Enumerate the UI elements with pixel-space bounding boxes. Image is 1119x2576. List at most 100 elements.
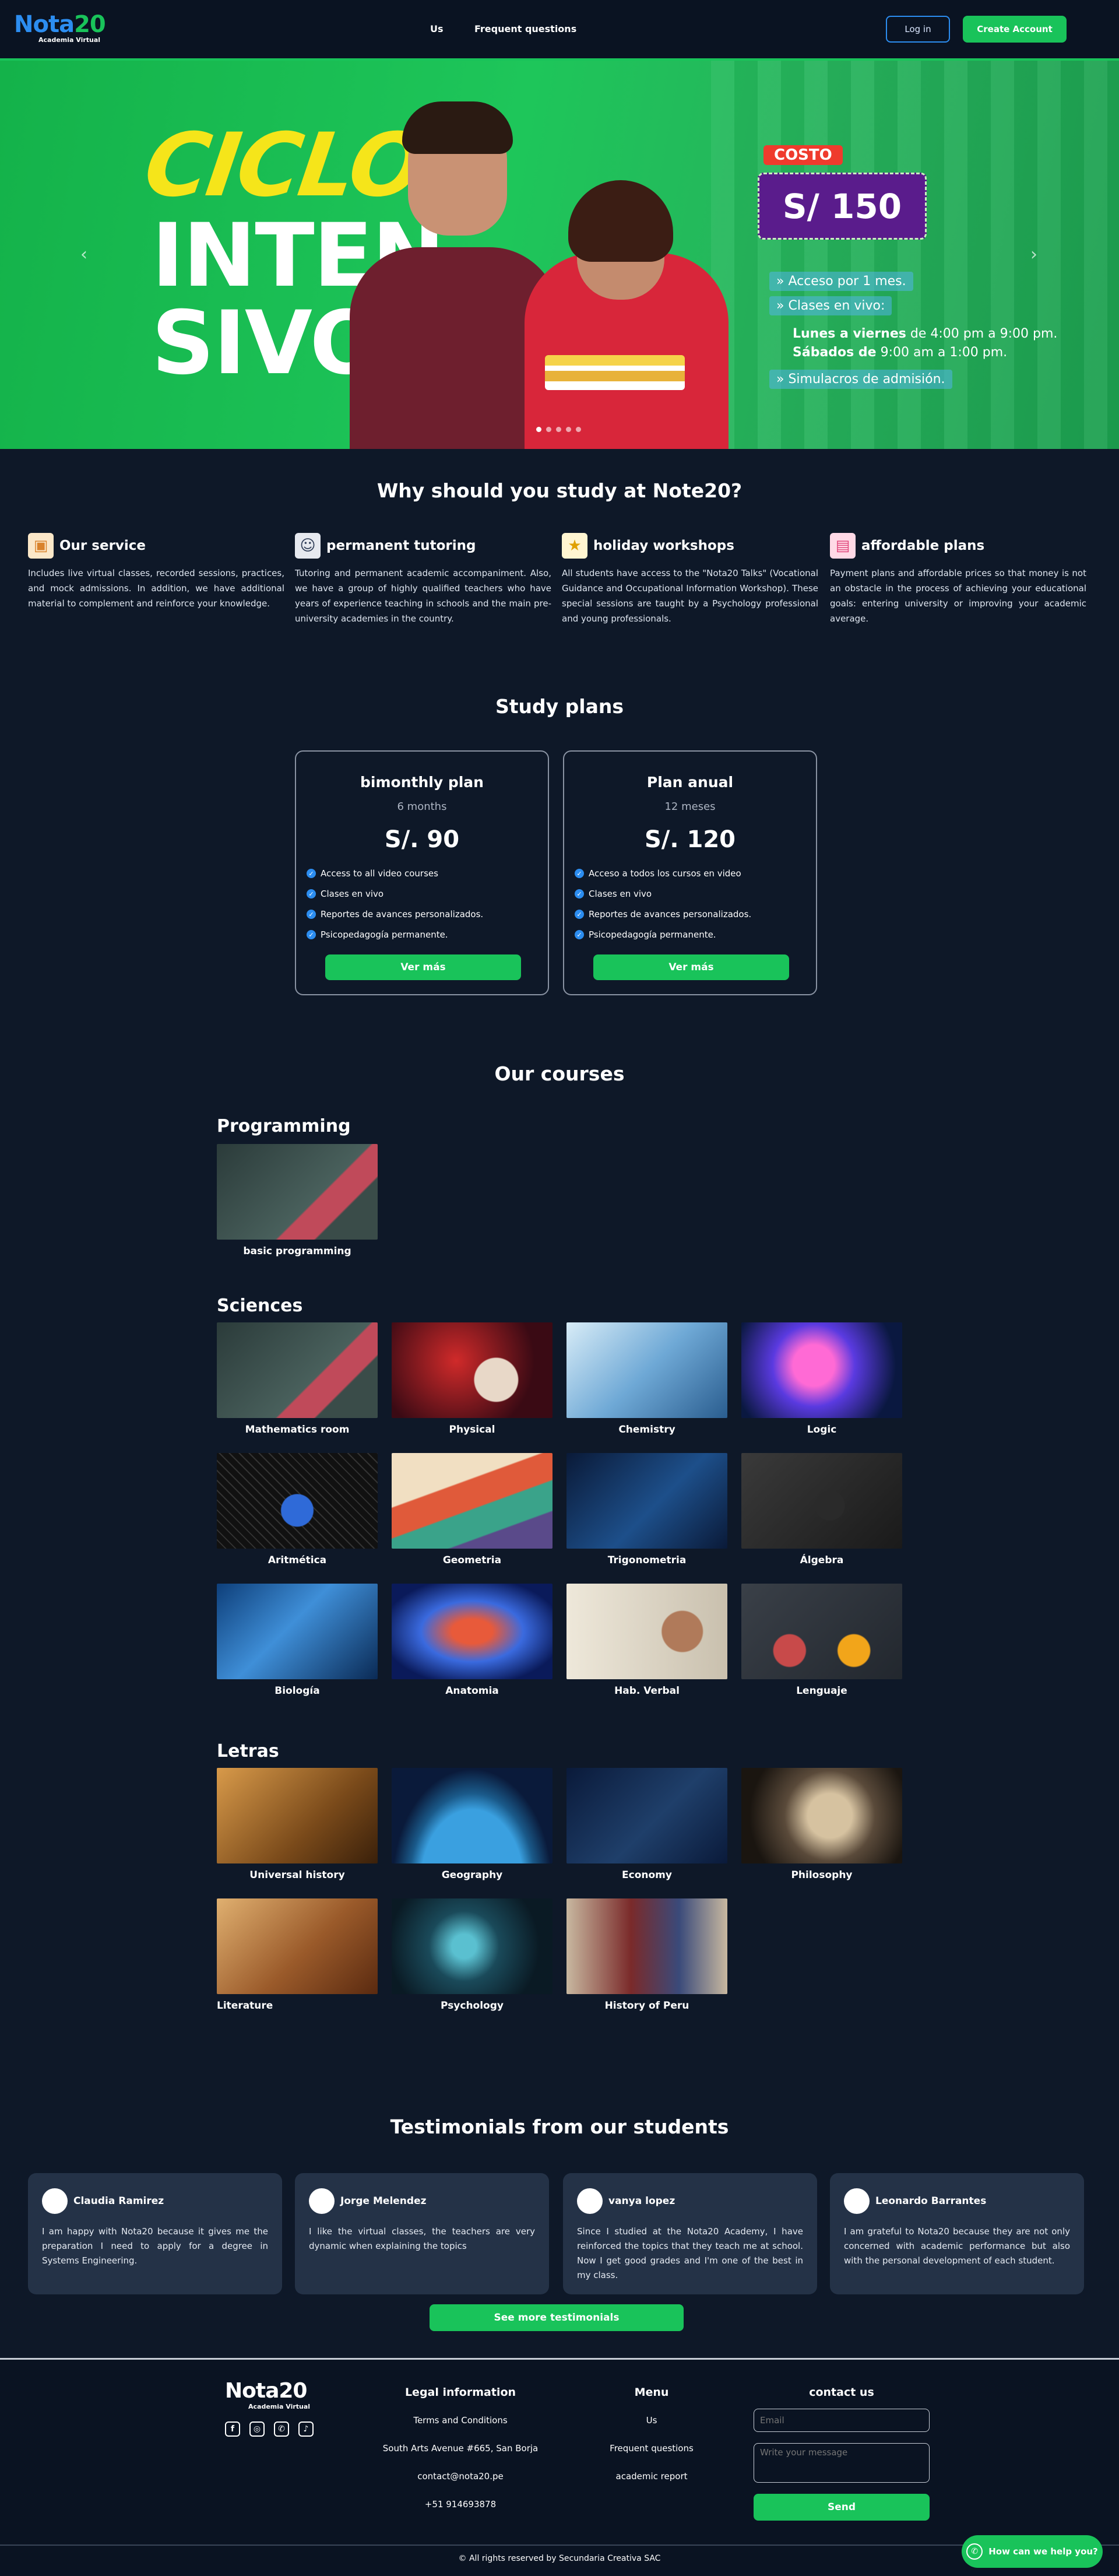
plan-card-annual: Plan anual 12 meses S/. 120 ✓ Acceso a to…: [563, 750, 817, 995]
login-button[interactable]: Log in: [886, 16, 950, 43]
footer-divider: [0, 2358, 1119, 2360]
course-image: [741, 1768, 902, 1863]
plan-details-button[interactable]: Ver más: [593, 954, 789, 980]
course-card[interactable]: Philosophy: [741, 1768, 902, 1881]
course-name: Lenguaje: [796, 1685, 847, 1697]
nav-link-faq[interactable]: Frequent questions: [474, 23, 576, 34]
carousel-dot[interactable]: [556, 427, 561, 432]
course-name: Trigonometria: [607, 1554, 687, 1566]
course-card[interactable]: Chemistry: [566, 1322, 727, 1436]
course-card[interactable]: Aritmética: [217, 1453, 378, 1566]
course-card[interactable]: basic programming: [217, 1144, 378, 1257]
course-image: [217, 1768, 378, 1863]
testimonial-author: vanya lopez: [608, 2195, 675, 2207]
carousel-next-arrow-icon[interactable]: ›: [1021, 241, 1047, 267]
course-card[interactable]: Mathematics room: [217, 1322, 378, 1436]
check-icon: ✓: [307, 930, 316, 939]
plan-details-button[interactable]: Ver más: [325, 954, 521, 980]
plan-feature: ✓ Acceso a todos los cursos en video: [575, 868, 751, 879]
course-image: [741, 1453, 902, 1549]
category-title-letras: Letras: [217, 1741, 279, 1761]
carousel-dot[interactable]: [566, 427, 571, 432]
carousel-dot[interactable]: [576, 427, 581, 432]
course-card[interactable]: Literature: [217, 1898, 378, 2012]
course-image: [392, 1768, 553, 1863]
send-button[interactable]: Send: [754, 2494, 930, 2521]
check-icon: ✓: [575, 869, 584, 878]
course-card[interactable]: Psychology: [392, 1898, 553, 2012]
hero-title-ciclo: CICLO: [138, 115, 429, 216]
course-image: [392, 1898, 553, 1994]
course-image: [217, 1144, 378, 1240]
feature-text: Includes live virtual classes, recorded …: [28, 568, 284, 609]
facebook-icon[interactable]: f: [225, 2421, 240, 2437]
course-card[interactable]: Anatomia: [392, 1584, 553, 1697]
course-card[interactable]: Geometria: [392, 1453, 553, 1566]
contact-email-input[interactable]: [754, 2409, 930, 2432]
footer-bottom-divider: [0, 2545, 1119, 2546]
menu-title: Menu: [634, 2386, 669, 2399]
carousel-dot[interactable]: [536, 427, 541, 432]
course-card[interactable]: Lenguaje: [741, 1584, 902, 1697]
course-card[interactable]: Physical: [392, 1322, 553, 1436]
footer-link-us[interactable]: Us: [593, 2415, 710, 2426]
course-name: Mathematics room: [245, 1424, 350, 1436]
whatsapp-icon[interactable]: ✆: [274, 2421, 289, 2437]
plan-features: ✓ Acceso a todos los cursos en video ✓ Cla…: [575, 868, 751, 950]
course-image: [392, 1322, 553, 1418]
logo-subtitle: Academia Virtual: [38, 36, 101, 44]
feature-title: permanent tutoring: [326, 538, 476, 553]
footer-logo[interactable]: Nota20 Academia Virtual: [225, 2379, 318, 2410]
course-card[interactable]: Universal history: [217, 1768, 378, 1881]
phone-link[interactable]: +51 914693878: [361, 2499, 560, 2510]
plan-price: S/. 90: [384, 826, 460, 853]
course-card[interactable]: Hab. Verbal: [566, 1584, 727, 1697]
course-image: [217, 1453, 378, 1549]
logo[interactable]: Nota20 Academia Virtual: [14, 13, 119, 45]
plan-duration: 12 meses: [664, 801, 716, 813]
plan-feature: ✓ Access to all video courses: [307, 868, 483, 879]
more-testimonials-button[interactable]: See more testimonials: [430, 2304, 684, 2331]
terms-link[interactable]: Terms and Conditions: [361, 2415, 560, 2426]
feature-workshops: ★ holiday workshops All students have ac…: [562, 533, 818, 626]
footer-link-faq[interactable]: Frequent questions: [593, 2443, 710, 2454]
email-link[interactable]: contact@nota20.pe: [361, 2471, 560, 2482]
create-account-button[interactable]: Create Account: [963, 16, 1067, 43]
course-name: Literature: [217, 2000, 273, 2012]
course-image: [566, 1322, 727, 1418]
whatsapp-chat-button[interactable]: ✆ How can we help you?: [962, 2535, 1103, 2568]
testimonial-author: Claudia Ramirez: [73, 2195, 164, 2207]
course-name: Philosophy: [791, 1869, 853, 1881]
plan-feature: ✓ Clases en vivo: [307, 889, 483, 899]
course-card[interactable]: Geography: [392, 1768, 553, 1881]
avatar-icon: ☺: [309, 2188, 335, 2214]
avatar-icon: ☺: [42, 2188, 68, 2214]
check-icon: ✓: [575, 889, 584, 899]
tiktok-icon[interactable]: ♪: [298, 2421, 314, 2437]
contact-message-input[interactable]: [754, 2443, 930, 2483]
feature-text: All students have access to the "Nota20 …: [562, 568, 818, 624]
feature-tutoring: ☺ permanent tutoring Tutoring and perman…: [295, 533, 551, 626]
course-card[interactable]: Economy: [566, 1768, 727, 1881]
cost-tag: COSTO: [763, 145, 843, 165]
carousel-prev-arrow-icon[interactable]: ‹: [71, 241, 97, 267]
plan-name: Plan anual: [646, 774, 734, 791]
category-title-programming: Programming: [217, 1116, 351, 1136]
logo-text-b: 20: [74, 11, 106, 38]
instagram-icon[interactable]: ◎: [249, 2421, 265, 2437]
carousel-dot[interactable]: [546, 427, 551, 432]
course-card[interactable]: Álgebra: [741, 1453, 902, 1566]
feature-title: holiday workshops: [593, 538, 734, 553]
course-card[interactable]: Trigonometria: [566, 1453, 727, 1566]
footer-link-academic-report[interactable]: academic report: [593, 2471, 710, 2482]
nav-link-us[interactable]: Us: [430, 23, 444, 34]
hero-background-building: [711, 61, 1119, 449]
plan-feature: ✓ Psicopedagogía permanente.: [307, 929, 483, 940]
avatar-icon: ☺: [844, 2188, 870, 2214]
course-card[interactable]: Biología: [217, 1584, 378, 1697]
course-card[interactable]: Logic: [741, 1322, 902, 1436]
testimonial-card: ☺ Jorge Melendez I like the virtual clas…: [295, 2173, 549, 2294]
feature-text: Payment plans and affordable prices so t…: [830, 568, 1086, 624]
course-card[interactable]: History of Peru: [566, 1898, 727, 2012]
top-navbar: Nota20 Academia Virtual Us Frequent ques…: [0, 0, 1119, 61]
